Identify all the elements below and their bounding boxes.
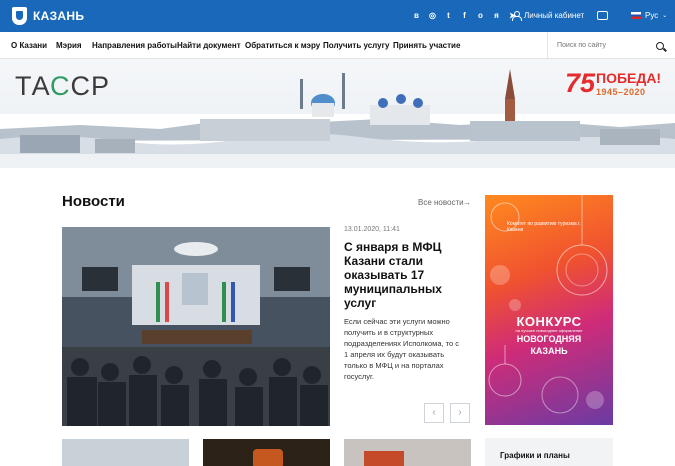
news-card[interactable]	[344, 439, 471, 466]
nav-item-about[interactable]: О Казани	[11, 41, 47, 50]
arrow-left-icon: ‹	[432, 407, 436, 418]
search-icon[interactable]	[656, 42, 664, 50]
all-news-link[interactable]: Все новости	[418, 198, 464, 207]
facebook-icon[interactable]: f	[460, 10, 469, 21]
hero-banner[interactable]: ТАССР 75 ПОБЕДА! 1945–2020	[0, 59, 675, 168]
russia-flag-icon	[631, 12, 641, 19]
nav-item-get-service[interactable]: Получить услугу	[323, 41, 389, 50]
ad-contest-title: КОНКУРС	[516, 314, 582, 329]
twitter-icon[interactable]: t	[444, 10, 453, 21]
ok-icon[interactable]: о	[476, 10, 485, 21]
social-links: в ◎ t f о я ➤	[412, 10, 517, 21]
contest-ad[interactable]: Комитет по развитию туризма г. Казани КО…	[485, 195, 613, 425]
top-bar: КАЗАНЬ в ◎ t f о я ➤ Личный кабинет Рус …	[0, 0, 675, 32]
news-next-button[interactable]: ›	[450, 403, 470, 423]
tassr-logo: ТАССР	[15, 71, 110, 102]
news-date: 13.01.2020, 11:41	[344, 226, 400, 233]
arrow-right-icon[interactable]: →	[463, 198, 471, 207]
nav-item-find-document[interactable]: Найти документ	[177, 41, 241, 50]
tassr-logo-accent: С	[50, 71, 71, 101]
language-selector[interactable]: Рус ⌄	[631, 11, 667, 20]
nav-item-contact-mayor[interactable]: Обратиться к мэру	[245, 41, 320, 50]
nav-item-participate[interactable]: Принять участие	[393, 41, 460, 50]
tassr-logo-part: СР	[70, 71, 111, 101]
arrow-right-icon: ›	[458, 407, 462, 418]
accessibility-icon[interactable]	[597, 11, 608, 20]
nav-item-directions[interactable]: Направления работы	[92, 41, 177, 50]
language-label: Рус	[645, 11, 659, 20]
search-input[interactable]	[557, 40, 652, 51]
victory-years: 1945–2020	[596, 87, 646, 97]
site-brand[interactable]: КАЗАНЬ	[33, 9, 84, 23]
tassr-logo-part: ТА	[15, 71, 51, 101]
chevron-down-icon: ⌄	[662, 13, 668, 19]
user-icon	[512, 11, 522, 21]
news-card[interactable]	[203, 439, 330, 466]
victory-number: 75	[565, 68, 596, 98]
yandex-icon[interactable]: я	[492, 10, 501, 21]
cabinet-label: Личный кабинет	[524, 11, 585, 20]
victory-text: ПОБЕДА!	[596, 70, 662, 86]
news-prev-button[interactable]: ‹	[424, 403, 444, 423]
news-headline[interactable]: С января в МФЦ Казани стали оказывать 17…	[344, 240, 462, 310]
ad-title-line2: КАЗАНЬ	[530, 346, 568, 356]
news-summary: Если сейчас эти услуги можно получить и …	[344, 317, 460, 381]
ad-title-line1: НОВОГОДНЯЯ	[516, 334, 582, 344]
plans-card[interactable]: Графики и планы	[485, 438, 613, 466]
news-photo[interactable]	[62, 227, 330, 426]
news-section-title: Новости	[62, 193, 125, 210]
plans-title: Графики и планы	[500, 451, 570, 460]
nav-item-mayoralty[interactable]: Мэрия	[56, 41, 82, 50]
news-card[interactable]	[62, 439, 189, 466]
instagram-icon[interactable]: ◎	[428, 10, 437, 21]
city-emblem-icon[interactable]	[12, 7, 27, 25]
ad-organizer: Комитет по развитию туризма г. Казани	[507, 221, 581, 233]
vk-icon[interactable]: в	[412, 10, 421, 21]
ad-subtitle: на лучшее новогоднее оформление	[515, 328, 583, 333]
meeting-hall-image	[62, 227, 330, 426]
cabinet-link[interactable]: Личный кабинет	[512, 11, 585, 21]
